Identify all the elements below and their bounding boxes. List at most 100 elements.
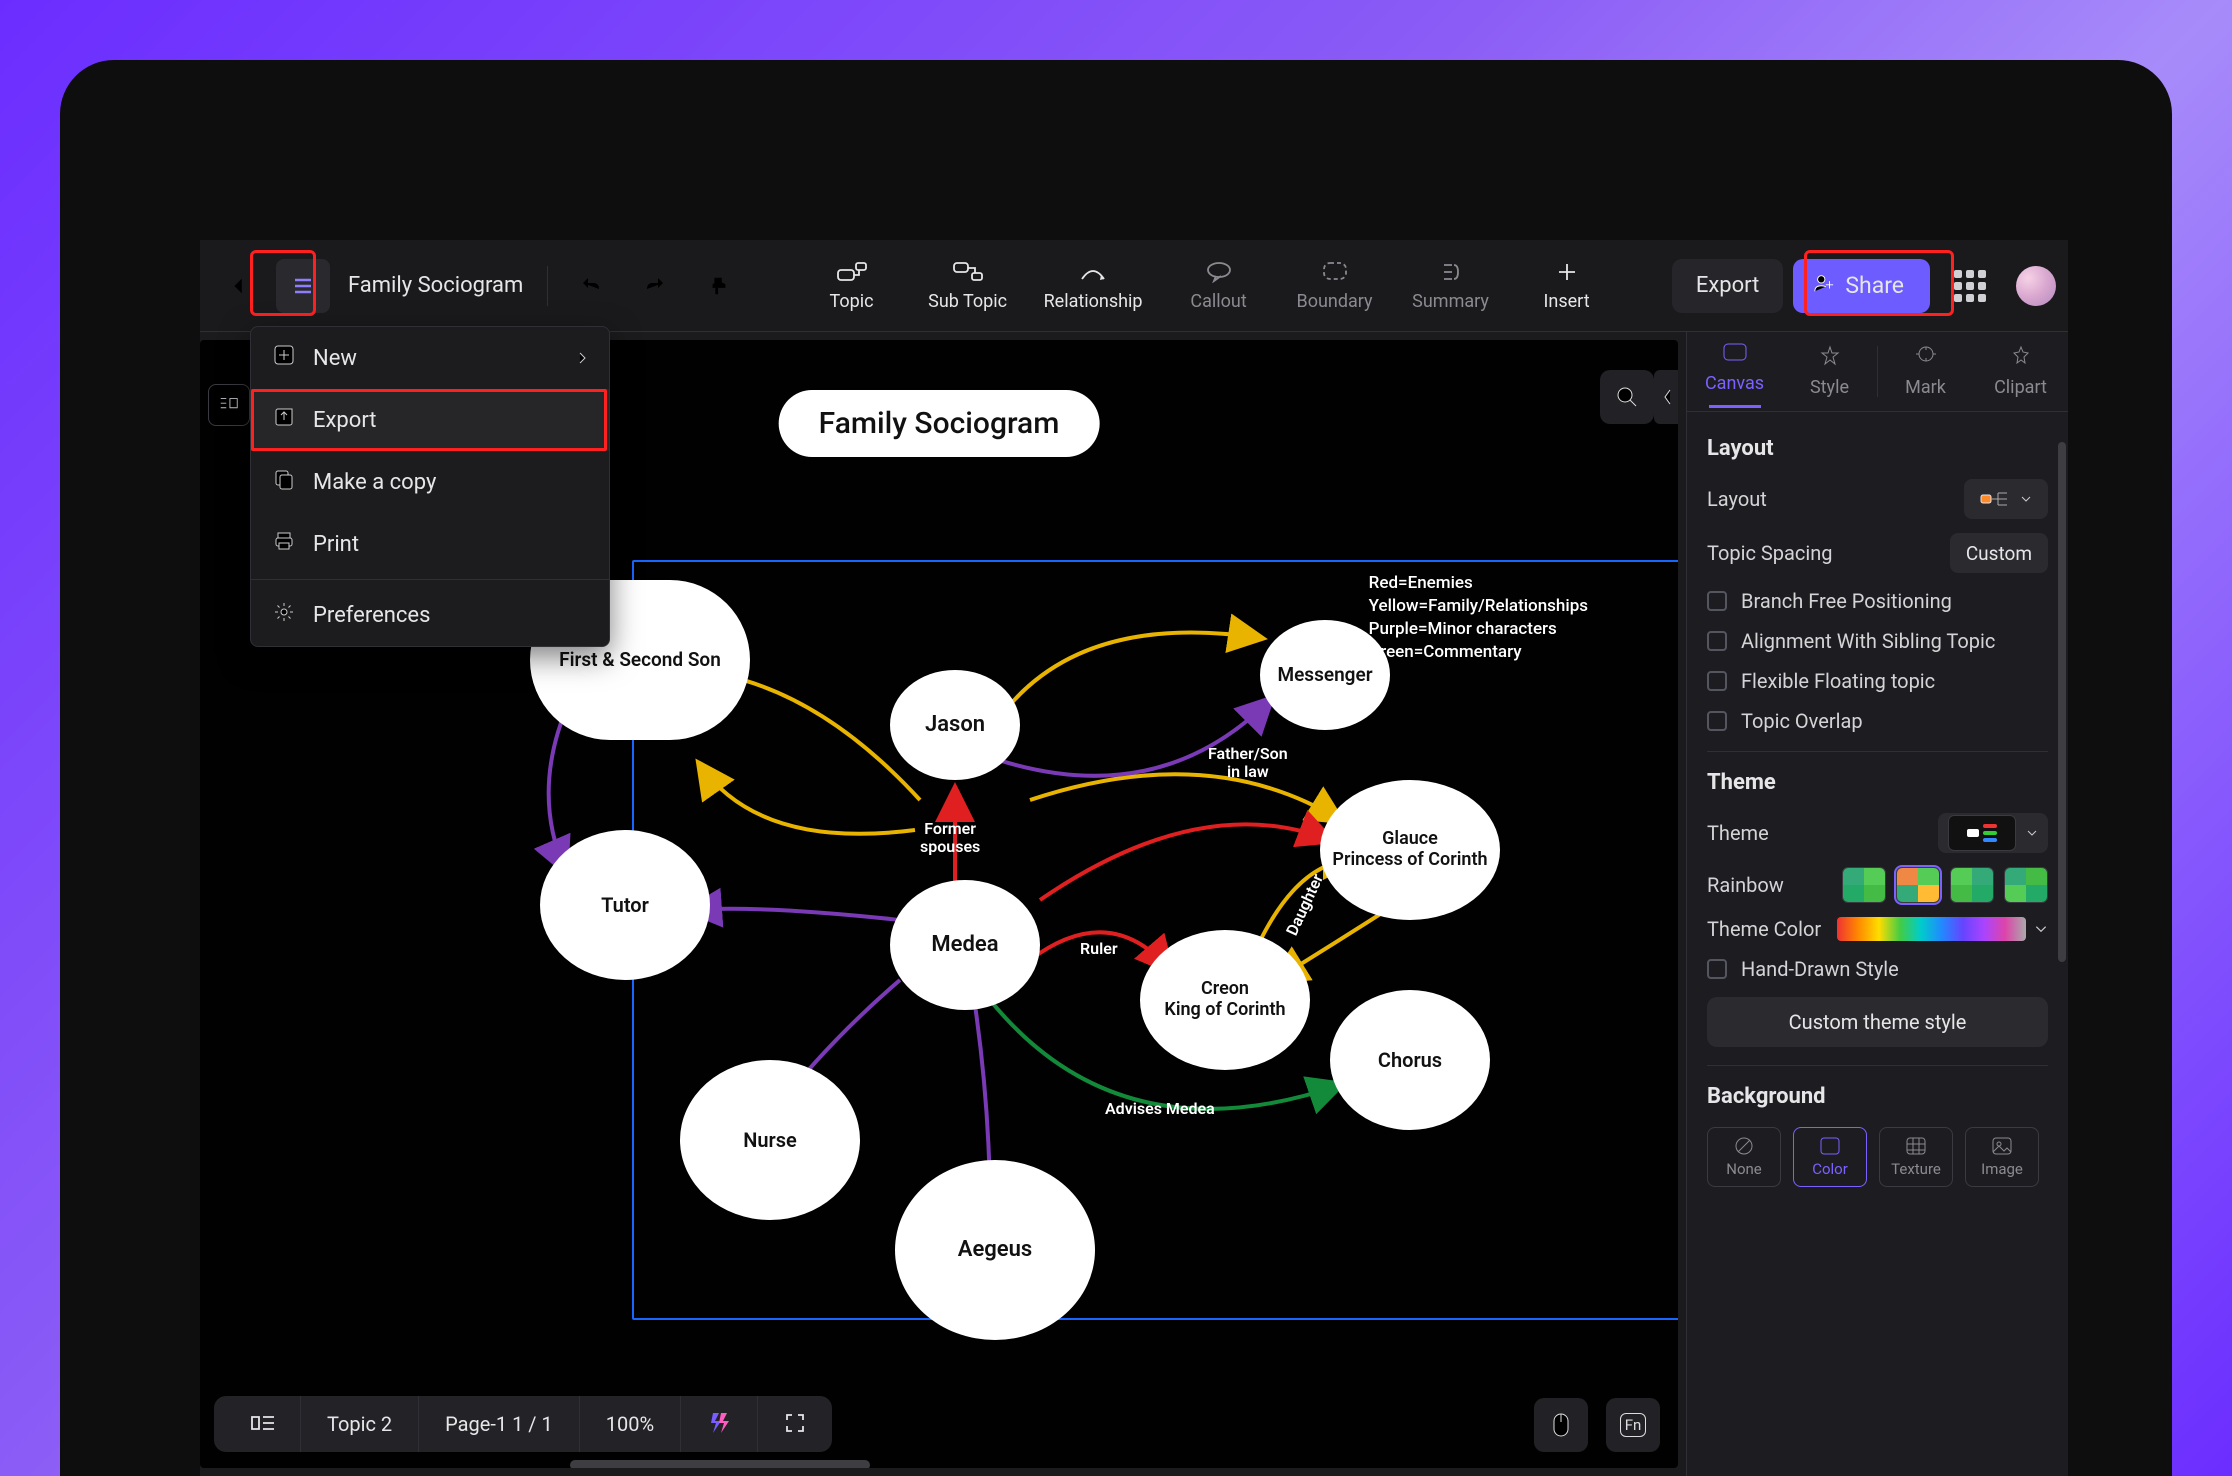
node-chorus[interactable]: Chorus <box>1330 990 1490 1130</box>
bg-mode-none[interactable]: None <box>1707 1127 1781 1187</box>
node-creon[interactable]: Creon King of Corinth <box>1140 930 1310 1070</box>
tool-insert[interactable]: Insert <box>1527 251 1607 321</box>
node-aegeus[interactable]: Aegeus <box>895 1160 1095 1340</box>
share-button[interactable]: Share <box>1793 259 1930 313</box>
menu-item-new[interactable]: New <box>251 327 609 389</box>
format-painter-button[interactable] <box>692 259 746 313</box>
rainbow-swatch-2[interactable] <box>1896 867 1940 903</box>
rainbow-swatch-3[interactable] <box>1950 867 1994 903</box>
section-title-layout: Layout <box>1707 436 2048 461</box>
device-frame: Family Sociogram Topic <box>60 60 2172 1476</box>
h-scroll-thumb[interactable] <box>570 1460 870 1468</box>
side-panel: Canvas Style Mark Clipart <box>1686 332 2068 1476</box>
canvas-icon <box>1722 341 1748 368</box>
tool-subtopic[interactable]: Sub Topic <box>928 251 1008 321</box>
theme-picker[interactable] <box>1938 813 2048 853</box>
theme-color-label: Theme Color <box>1707 917 1821 941</box>
plus-square-icon <box>273 344 295 372</box>
section-title-theme: Theme <box>1707 770 2048 795</box>
spacing-picker[interactable]: Custom <box>1950 533 2048 573</box>
spacing-label: Topic Spacing <box>1707 541 1833 565</box>
tool-callout[interactable]: Callout <box>1179 251 1259 321</box>
custom-theme-button[interactable]: Custom theme style <box>1707 997 2048 1047</box>
node-medea[interactable]: Medea <box>890 880 1040 1010</box>
tool-relationship[interactable]: Relationship <box>1044 251 1143 321</box>
redo-button[interactable] <box>628 259 682 313</box>
node-glauce[interactable]: Glauce Princess of Corinth <box>1320 780 1500 920</box>
document-title[interactable]: Family Sociogram <box>340 259 531 313</box>
side-panel-tabs: Canvas Style Mark Clipart <box>1687 332 2068 412</box>
boundary-icon <box>1320 259 1350 285</box>
opt-flexible-floating[interactable]: Flexible Floating topic <box>1707 669 2048 693</box>
separator <box>547 266 548 306</box>
side-panel-body: Layout Layout Topic Spacing Custom <box>1687 412 2068 1476</box>
export-button[interactable]: Export <box>1672 259 1784 313</box>
apps-grid-button[interactable] <box>1954 270 1986 302</box>
node-messenger[interactable]: Messenger <box>1260 620 1390 730</box>
theme-color-strip[interactable] <box>1837 917 2026 941</box>
opt-topic-overlap[interactable]: Topic Overlap <box>1707 709 2048 733</box>
top-toolbar: Family Sociogram Topic <box>200 240 2068 332</box>
fullscreen-icon <box>784 1412 808 1436</box>
subtopic-icon <box>953 259 983 285</box>
menu-item-preferences[interactable]: Preferences <box>251 584 609 646</box>
tool-boundary[interactable]: Boundary <box>1295 251 1375 321</box>
tool-label: Boundary <box>1297 291 1373 312</box>
menu-item-export[interactable]: Export <box>251 389 609 451</box>
topic-icon <box>837 259 867 285</box>
opt-hand-drawn[interactable]: Hand-Drawn Style <box>1707 957 2048 981</box>
back-button[interactable] <box>212 259 266 313</box>
bg-mode-image[interactable]: Image <box>1965 1127 2039 1187</box>
mark-icon <box>1915 345 1937 372</box>
page-indicator[interactable]: Page-1 1 / 1 <box>419 1396 580 1452</box>
rainbow-swatch-1[interactable] <box>1842 867 1886 903</box>
relationship-icon <box>1078 259 1108 285</box>
chevron-down-icon <box>2026 827 2038 839</box>
node-tutor[interactable]: Tutor <box>540 830 710 980</box>
chevron-right-icon <box>577 346 587 371</box>
hamburger-menu-button[interactable] <box>276 259 330 313</box>
share-label: Share <box>1845 272 1904 299</box>
rainbow-swatch-4[interactable] <box>2004 867 2048 903</box>
bg-mode-color[interactable]: Color <box>1793 1127 1867 1187</box>
tab-clipart[interactable]: Clipart <box>1973 332 2068 411</box>
chevron-down-icon[interactable] <box>2034 922 2048 936</box>
bolt-icon <box>707 1411 731 1438</box>
node-nurse[interactable]: Nurse <box>680 1060 860 1220</box>
topic-indicator[interactable]: Topic 2 <box>301 1396 419 1452</box>
tab-mark[interactable]: Mark <box>1878 332 1973 411</box>
mouse-mode-button[interactable] <box>1534 1398 1588 1452</box>
v-scroll-thumb[interactable] <box>2058 442 2066 962</box>
bg-mode-texture[interactable]: Texture <box>1879 1127 1953 1187</box>
tool-topic[interactable]: Topic <box>812 251 892 321</box>
plus-icon <box>1552 259 1582 285</box>
summary-icon <box>1436 259 1466 285</box>
node-jason[interactable]: Jason <box>890 670 1020 780</box>
fullscreen-button[interactable] <box>758 1396 822 1452</box>
zoom-indicator[interactable]: 100% <box>580 1396 681 1452</box>
menu-item-print[interactable]: Print <box>251 513 609 575</box>
section-title-background: Background <box>1707 1084 2048 1109</box>
brand-presenter-button[interactable] <box>681 1396 758 1452</box>
user-avatar[interactable] <box>2016 266 2056 306</box>
gear-icon <box>273 601 295 629</box>
tool-label: Summary <box>1412 291 1489 312</box>
bottom-bar: Topic 2 Page-1 1 / 1 100% <box>214 1396 832 1452</box>
fn-button[interactable]: Fn <box>1606 1398 1660 1452</box>
opt-align-sibling[interactable]: Alignment With Sibling Topic <box>1707 629 2048 653</box>
tool-summary[interactable]: Summary <box>1411 251 1491 321</box>
copy-icon <box>273 468 295 496</box>
menu-item-make-copy[interactable]: Make a copy <box>251 451 609 513</box>
person-share-icon <box>1813 272 1835 300</box>
tab-canvas[interactable]: Canvas <box>1687 332 1782 411</box>
tab-style[interactable]: Style <box>1782 332 1877 411</box>
opt-branch-free[interactable]: Branch Free Positioning <box>1707 589 2048 613</box>
print-icon <box>273 530 295 558</box>
outline-view-button[interactable] <box>224 1396 301 1452</box>
undo-button[interactable] <box>564 259 618 313</box>
layout-label: Layout <box>1707 487 1767 511</box>
layout-picker[interactable] <box>1964 479 2048 519</box>
style-icon <box>1818 345 1842 372</box>
chevron-down-icon <box>2020 493 2032 505</box>
theme-label: Theme <box>1707 821 1769 845</box>
